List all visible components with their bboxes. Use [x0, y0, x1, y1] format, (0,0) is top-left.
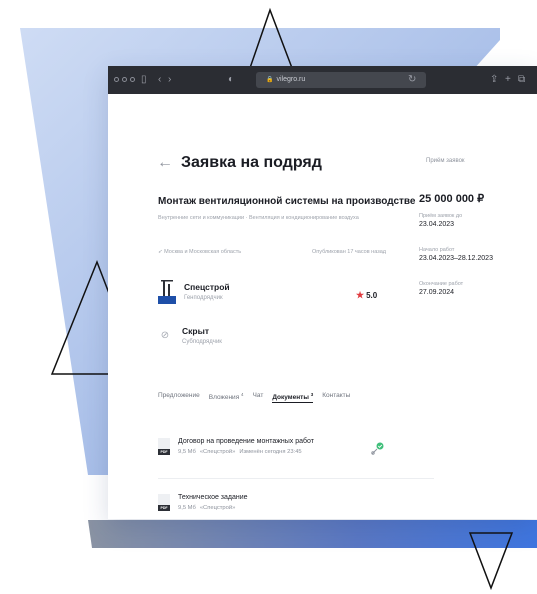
document-meta: 9,5 Мб «Спецстрой» [178, 505, 248, 511]
contractor-rating: ★ 5.0 [356, 290, 377, 301]
pdf-file-icon: PDF [158, 494, 170, 511]
document-name[interactable]: Договор на проведение монтажных работ [178, 438, 314, 445]
region-label: ➶ Москва и Московская область [158, 249, 241, 255]
share-icon[interactable]: ⇪ [490, 74, 498, 86]
category-breadcrumbs[interactable]: Внутренние сети и коммуникации · Вентиля… [158, 215, 359, 221]
contractor-logo [158, 278, 176, 304]
star-icon: ★ [356, 290, 365, 300]
minimize-dot-icon[interactable] [122, 77, 127, 82]
document-owner: «Спецстрой» [199, 505, 236, 511]
reload-icon[interactable]: ↻ [408, 74, 416, 86]
lock-icon: 🔒 [266, 77, 274, 83]
back-arrow-icon[interactable]: ← [157, 155, 173, 171]
published-time: Опубликован 17 часов назад [312, 249, 386, 255]
work-period-block: Начало работ 23.04.2023–28.12.2023 [419, 247, 493, 262]
tab-contacts[interactable]: Контакты [322, 392, 350, 403]
subcontractor-card: ⊘ Скрыт Субподрядчик [158, 326, 222, 345]
address-bar[interactable]: 🔒 vilegro.ru [256, 72, 426, 88]
tab-label: Предложение [158, 392, 200, 399]
page-header: ← Заявка на подряд [157, 154, 322, 172]
deadline-block: Приём заявок до 23.04.2023 [419, 213, 462, 228]
browser-toolbar: ▯ ‹ › ◐ 🔒 vilegro.ru ↻ ⇪ + ⧉ [108, 66, 537, 94]
new-tab-icon[interactable]: + [505, 74, 511, 86]
forward-nav-icon[interactable]: › [168, 74, 171, 86]
document-owner: «Спецстрой» [199, 449, 236, 455]
list-divider [158, 478, 434, 479]
deadline-value: 23.04.2023 [419, 221, 455, 228]
document-size: 9,5 Мб [178, 505, 196, 511]
region-text: Москва и Московская область [164, 249, 242, 255]
end-value: 27.09.2024 [419, 289, 455, 296]
signed-badge-icon[interactable] [370, 442, 384, 456]
window-controls[interactable] [114, 77, 135, 82]
contractor-card[interactable]: Спецстрой Генподрядчик [158, 278, 230, 304]
start-value: 23.04.2023–28.12.2023 [419, 255, 493, 262]
status-badge: Приём заявок [426, 158, 465, 164]
tab-label: Вложения [208, 394, 240, 402]
deadline-label: Приём заявок до [419, 213, 463, 219]
tabs-overview-icon[interactable]: ⧉ [518, 74, 525, 86]
subcontractor-role: Субподрядчик [182, 339, 222, 345]
document-name[interactable]: Техническое задание [178, 494, 248, 501]
sidebar-icon[interactable]: ▯ [141, 74, 147, 86]
document-item[interactable]: PDF Договор на проведение монтажных рабо… [158, 438, 314, 455]
tab-bar: Предложение Вложения 4 Чат Документы 3 К… [158, 392, 350, 404]
close-dot-icon[interactable] [114, 77, 119, 82]
pdf-file-icon: PDF [158, 438, 170, 455]
location-arrow-icon: ➶ [158, 249, 163, 255]
document-size: 9,5 Мб [178, 449, 196, 455]
tab-label: Чат [252, 392, 264, 399]
url-text: vilegro.ru [276, 76, 306, 83]
back-nav-icon[interactable]: ‹ [158, 74, 161, 86]
document-item[interactable]: PDF Техническое задание 9,5 Мб «Спецстрой… [158, 494, 248, 511]
tab-count: 3 [310, 392, 314, 397]
job-title: Монтаж вентиляционной системы на произво… [158, 196, 416, 207]
tab-count: 4 [241, 392, 244, 397]
maximize-dot-icon[interactable] [130, 77, 135, 82]
browser-window: ▯ ‹ › ◐ 🔒 vilegro.ru ↻ ⇪ + ⧉ ← Заявка на … [108, 66, 537, 519]
start-label: Начало работ [419, 247, 455, 253]
contractor-role: Генподрядчик [184, 294, 223, 301]
page-title: Заявка на подряд [181, 154, 322, 171]
tab-proposal[interactable]: Предложение [158, 392, 200, 403]
hidden-user-icon: ⊘ [160, 329, 170, 341]
tab-documents[interactable]: Документы 3 [272, 392, 314, 404]
document-meta: 9,5 Мб «Спецстрой» Изменён сегодня 23:45 [178, 449, 314, 455]
end-label: Окончание работ [419, 281, 464, 287]
file-type-tag: PDF [158, 505, 170, 511]
privacy-shield-icon[interactable]: ◐ [228, 74, 234, 86]
price: 25 000 000 ₽ [419, 193, 485, 205]
file-type-tag: PDF [158, 449, 170, 455]
tab-chat[interactable]: Чат [253, 392, 264, 403]
tab-label: Контакты [322, 392, 351, 399]
rating-value: 5.0 [366, 291, 378, 300]
document-modified: Изменён сегодня 23:45 [239, 449, 302, 455]
end-date-block: Окончание работ 27.09.2024 [419, 281, 463, 296]
tab-label: Документы [272, 394, 309, 402]
page-content: ← Заявка на подряд Приём заявок Монтаж в… [108, 94, 537, 519]
subcontractor-name: Скрыт [182, 326, 210, 336]
tab-attachments[interactable]: Вложения 4 [209, 392, 244, 403]
contractor-name: Спецстрой [184, 281, 230, 292]
